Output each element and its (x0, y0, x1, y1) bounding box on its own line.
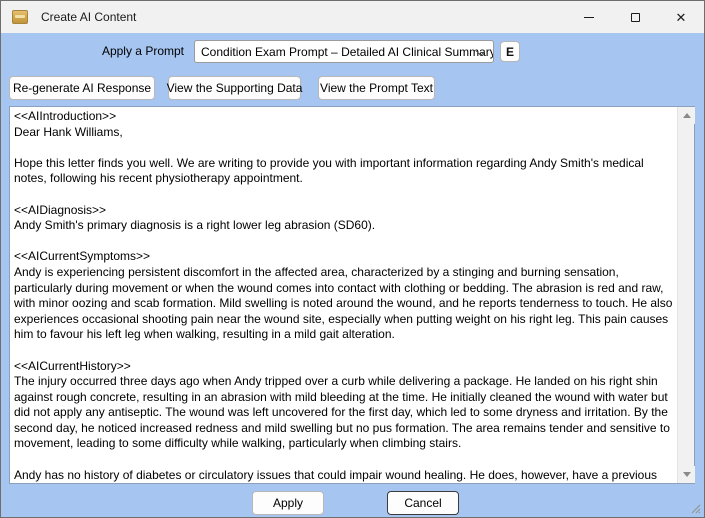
prompt-dropdown-value: Condition Exam Prompt – Detailed AI Clin… (201, 45, 494, 59)
window-controls: ✕ (566, 1, 704, 33)
apply-button[interactable]: Apply (252, 491, 324, 515)
prompt-row: Apply a Prompt Condition Exam Prompt – D… (1, 40, 704, 63)
view-prompt-text-button[interactable]: View the Prompt Text (318, 76, 435, 100)
close-button[interactable]: ✕ (658, 1, 704, 33)
create-ai-content-dialog: Create AI Content ✕ Apply a Prompt Condi… (0, 0, 705, 518)
scroll-up-icon (683, 113, 691, 118)
maximize-icon (631, 13, 640, 22)
view-supporting-data-button[interactable]: View the Supporting Data (168, 76, 301, 100)
apply-prompt-label: Apply a Prompt (102, 44, 184, 58)
vertical-scrollbar[interactable] (677, 107, 694, 483)
prompt-dropdown[interactable]: Condition Exam Prompt – Detailed AI Clin… (194, 40, 494, 63)
ai-letter-textbox[interactable]: <<AIIntroduction>> Dear Hank Williams, H… (9, 106, 695, 484)
edit-prompt-button[interactable]: E (500, 41, 520, 62)
scroll-down-button[interactable] (678, 466, 695, 483)
minimize-icon (584, 17, 594, 18)
titlebar: Create AI Content ✕ (1, 1, 704, 33)
ai-letter-text[interactable]: <<AIIntroduction>> Dear Hank Williams, H… (10, 107, 677, 483)
maximize-button[interactable] (612, 1, 658, 33)
cancel-button[interactable]: Cancel (387, 491, 459, 515)
regenerate-ai-response-button[interactable]: Re-generate AI Response (9, 76, 155, 100)
minimize-button[interactable] (566, 1, 612, 33)
window-title: Create AI Content (41, 1, 136, 33)
scroll-down-icon (683, 472, 691, 477)
scroll-up-button[interactable] (678, 107, 695, 124)
app-icon (12, 10, 28, 24)
resize-grip-icon[interactable] (690, 503, 701, 514)
close-icon: ✕ (676, 11, 687, 24)
